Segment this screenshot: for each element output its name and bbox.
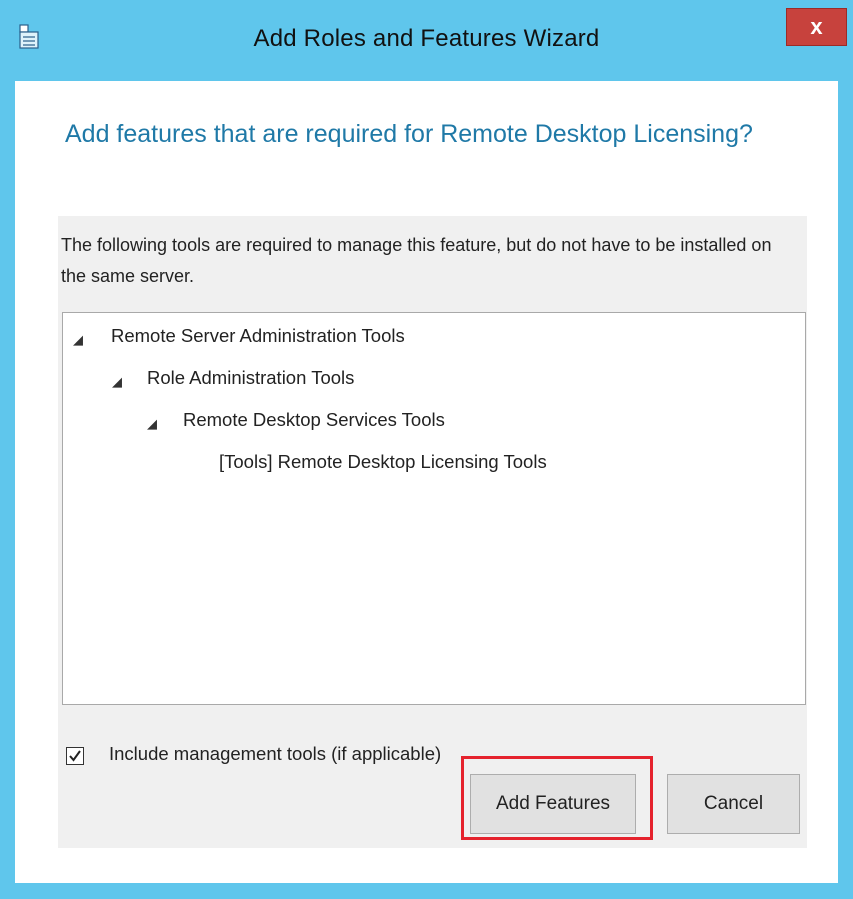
close-button[interactable]: x [786,8,847,46]
heading-area: Add features that are required for Remot… [58,106,807,216]
feature-tree[interactable]: ◢ Remote Server Administration Tools ◢ R… [62,312,806,705]
expand-triangle-icon[interactable]: ◢ [73,332,83,348]
include-tools-checkbox[interactable] [66,747,84,765]
tree-item-rds-tools[interactable]: Remote Desktop Services Tools [183,409,445,431]
dialog-content: Add features that are required for Remot… [58,106,807,848]
tree-item-role-admin-tools[interactable]: Role Administration Tools [147,367,354,389]
cancel-button[interactable]: Cancel [667,774,800,834]
dialog-description: The following tools are required to mana… [61,235,772,286]
tree-item-rsat[interactable]: Remote Server Administration Tools [111,325,405,347]
window-title: Add Roles and Features Wizard [253,25,600,52]
dialog-client-area: Add features that are required for Remot… [15,81,838,883]
expand-triangle-icon[interactable]: ◢ [112,374,122,390]
checkmark-icon [69,750,81,762]
add-features-button[interactable]: Add Features [470,774,636,834]
tree-item-licensing-tools[interactable]: [Tools] Remote Desktop Licensing Tools [219,451,547,473]
title-bar[interactable]: Add Roles and Features Wizard x [0,0,853,80]
include-tools-label[interactable]: Include management tools (if applicable) [109,743,441,765]
dialog-heading: Add features that are required for Remot… [65,120,753,148]
wizard-window: Add Roles and Features Wizard x Add feat… [0,0,853,899]
expand-triangle-icon[interactable]: ◢ [147,416,157,432]
